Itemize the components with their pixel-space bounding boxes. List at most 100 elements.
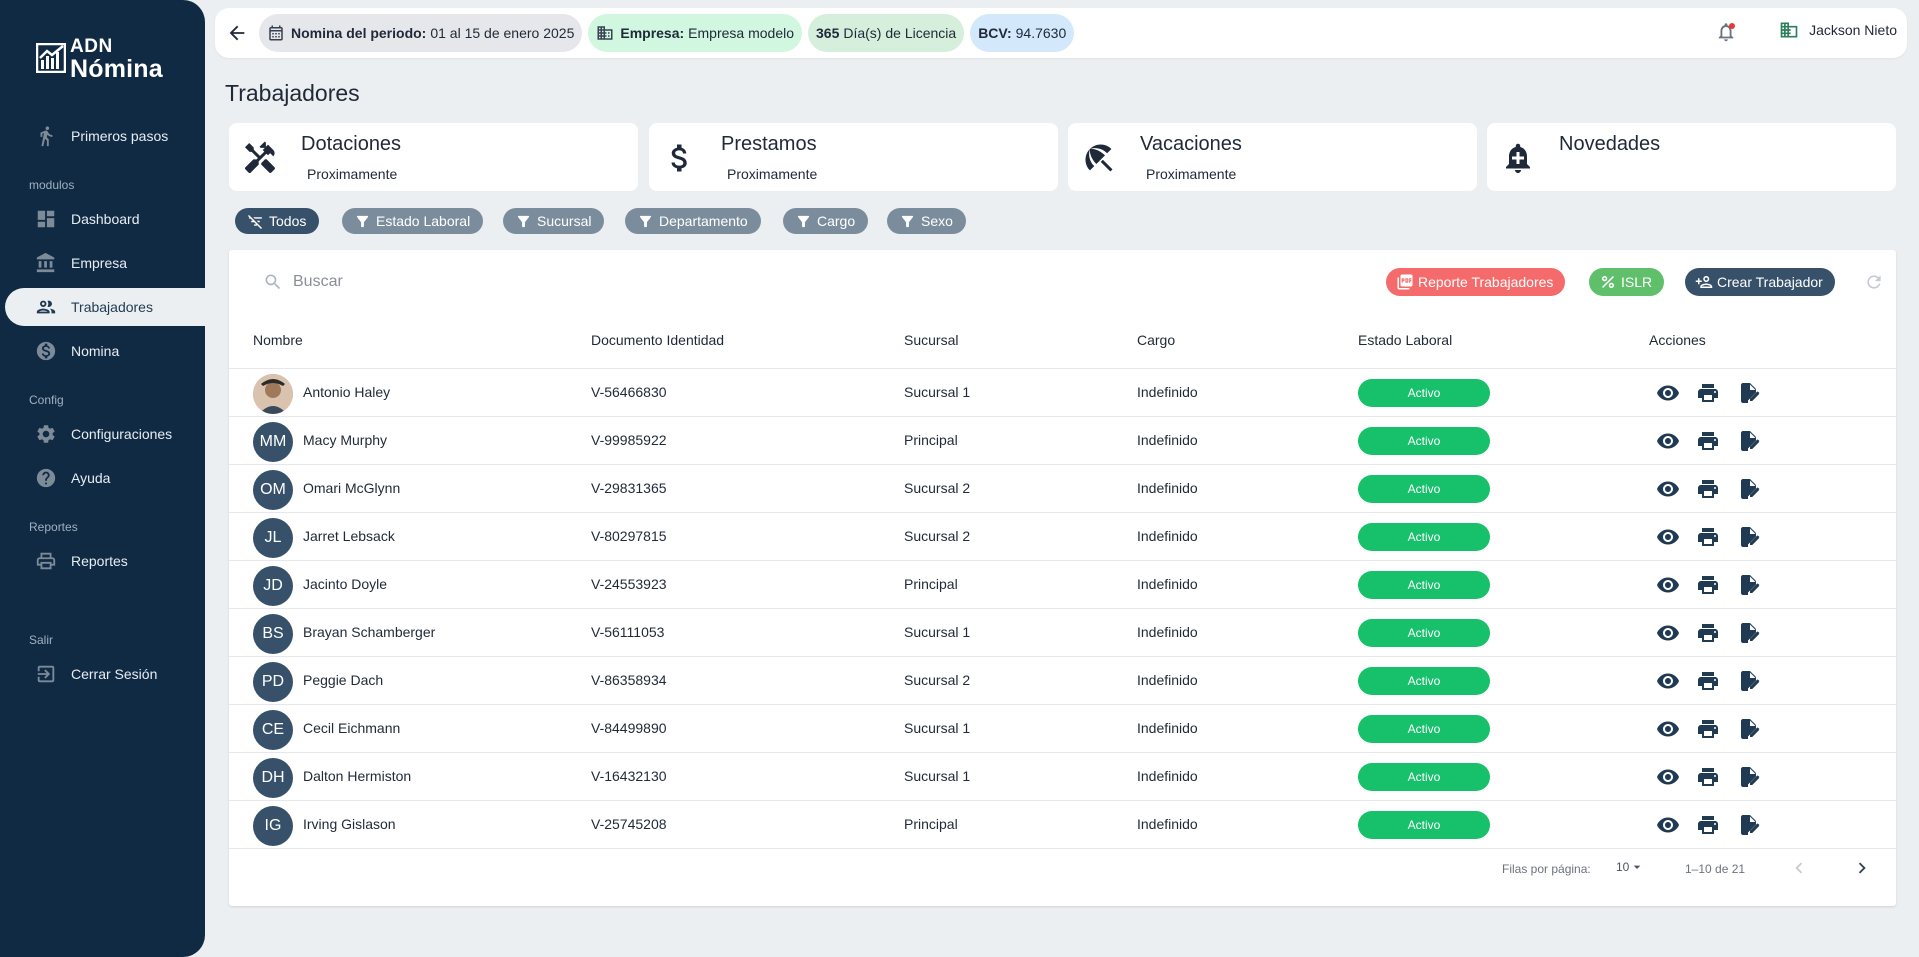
print-button[interactable] [1696, 717, 1720, 741]
print-button[interactable] [1696, 813, 1720, 837]
table-row[interactable]: Antonio Haley V-56466830 Sucursal 1 Indefin… [229, 368, 1896, 416]
status-badge: Activo [1358, 427, 1490, 455]
edit-button[interactable] [1737, 381, 1761, 405]
worker-cargo: Indefinido [1137, 816, 1198, 832]
table-row[interactable]: OM Omari McGlynn V-29831365 Sucursal 2 Indef… [229, 464, 1896, 512]
view-button[interactable] [1656, 573, 1680, 597]
sidebar-item-dashboard[interactable]: Dashboard [5, 200, 205, 238]
filter-sucursal[interactable]: Sucursal [503, 208, 605, 234]
edit-button[interactable] [1737, 669, 1761, 693]
card-subtitle: Proximamente [307, 166, 398, 182]
eye-icon [1657, 673, 1679, 689]
view-button[interactable] [1656, 429, 1680, 453]
avatar: CE [253, 710, 293, 750]
col-header-sucursal[interactable]: Sucursal [904, 332, 958, 348]
table-row[interactable]: CE Cecil Eichmann V-84499890 Sucursal 1 Inde… [229, 704, 1896, 752]
sidebar-item-trabajadores[interactable]: Trabajadores [5, 288, 205, 326]
col-header-nombre[interactable]: Nombre [253, 332, 303, 348]
print-button[interactable] [1696, 573, 1720, 597]
next-page-button[interactable] [1851, 857, 1873, 879]
prev-page-button[interactable] [1788, 857, 1810, 879]
worker-cargo: Indefinido [1137, 768, 1198, 784]
refresh-button[interactable] [1864, 272, 1884, 292]
dollar-icon [671, 144, 687, 172]
filter-sexo[interactable]: Sexo [887, 208, 966, 234]
notifications-button[interactable] [1715, 21, 1739, 45]
print-button[interactable] [1696, 765, 1720, 789]
back-button[interactable] [225, 21, 249, 45]
edit-button[interactable] [1737, 717, 1761, 741]
edit-button[interactable] [1737, 477, 1761, 501]
edit-button[interactable] [1737, 621, 1761, 645]
period-chip[interactable]: Nomina del periodo: 01 al 15 de enero 20… [259, 14, 583, 52]
view-button[interactable] [1656, 765, 1680, 789]
card-novedades[interactable]: Novedades [1487, 123, 1896, 191]
edit-button[interactable] [1737, 525, 1761, 549]
print-button[interactable] [1696, 429, 1720, 453]
edit-document-icon [1741, 671, 1760, 691]
notification-dot [1729, 23, 1735, 29]
worker-name: Jacinto Doyle [303, 576, 388, 592]
worker-cargo: Indefinido [1137, 432, 1198, 448]
sidebar-item-nomina[interactable]: Nomina [5, 332, 205, 370]
worker-cargo: Indefinido [1137, 720, 1198, 736]
edit-button[interactable] [1737, 429, 1761, 453]
view-button[interactable] [1656, 525, 1680, 549]
edit-button[interactable] [1737, 765, 1761, 789]
search-field[interactable]: Buscar [263, 272, 343, 292]
app-logo[interactable]: ADN Nómina [36, 36, 163, 82]
avatar: IG [253, 806, 293, 846]
print-button[interactable] [1696, 477, 1720, 501]
worker-document: V-29831365 [591, 480, 667, 496]
print-button[interactable] [1696, 381, 1720, 405]
card-dotaciones[interactable]: Dotaciones Proximamente [229, 123, 638, 191]
table-row[interactable]: DH Dalton Hermiston V-16432130 Sucursal 1 In… [229, 752, 1896, 800]
edit-button[interactable] [1737, 813, 1761, 837]
rows-per-page-select[interactable]: 10 [1616, 859, 1645, 875]
table-row[interactable]: JD Jacinto Doyle V-24553923 Principal Indefi… [229, 560, 1896, 608]
sidebar-item-cerrar-sesion[interactable]: Cerrar Sesión [5, 655, 205, 693]
view-button[interactable] [1656, 669, 1680, 693]
edit-button[interactable] [1737, 573, 1761, 597]
sidebar-item-ayuda[interactable]: Ayuda [5, 459, 205, 497]
view-button[interactable] [1656, 477, 1680, 501]
view-button[interactable] [1656, 621, 1680, 645]
filter-departamento[interactable]: Departamento [625, 208, 761, 234]
print-button[interactable] [1696, 525, 1720, 549]
view-button[interactable] [1656, 813, 1680, 837]
col-header-documento[interactable]: Documento Identidad [591, 332, 724, 348]
islr-button[interactable]: ISLR [1589, 268, 1665, 296]
filter-label: Cargo [817, 213, 856, 229]
worker-document: V-16432130 [591, 768, 667, 784]
report-workers-button[interactable]: Reporte Trabajadores [1386, 268, 1566, 296]
sidebar-item-reportes[interactable]: Reportes [5, 542, 205, 580]
create-worker-button[interactable]: Crear Trabajador [1685, 268, 1835, 296]
license-label: Día(s) de Licencia [843, 25, 957, 41]
sidebar-item-primeros-pasos[interactable]: Primeros pasos [5, 117, 205, 155]
sidebar-item-empresa[interactable]: Empresa [5, 244, 205, 282]
bcv-chip[interactable]: BCV: 94.7630 [970, 14, 1075, 52]
print-button[interactable] [1696, 669, 1720, 693]
filter-cargo[interactable]: Cargo [783, 208, 869, 234]
filter-todos[interactable]: Todos [235, 208, 320, 234]
sidebar-item-configuraciones[interactable]: Configuraciones [5, 415, 205, 453]
table-row[interactable]: JL Jarret Lebsack V-80297815 Sucursal 2 Inde… [229, 512, 1896, 560]
edit-document-icon [1741, 719, 1760, 739]
col-header-estado[interactable]: Estado Laboral [1358, 332, 1452, 348]
table-row[interactable]: MM Macy Murphy V-99985922 Principal Indefini… [229, 416, 1896, 464]
license-chip[interactable]: 365 Día(s) de Licencia [808, 14, 965, 52]
company-chip[interactable]: Empresa: Empresa modelo [588, 14, 802, 52]
col-header-cargo[interactable]: Cargo [1137, 332, 1175, 348]
print-button[interactable] [1696, 621, 1720, 645]
money-icon [36, 341, 56, 361]
card-prestamos[interactable]: Prestamos Proximamente [649, 123, 1058, 191]
view-button[interactable] [1656, 381, 1680, 405]
table-row[interactable]: BS Brayan Schamberger V-56111053 Sucursal 1… [229, 608, 1896, 656]
card-vacaciones[interactable]: Vacaciones Proximamente [1068, 123, 1477, 191]
user-menu[interactable]: Jackson Nieto [1779, 20, 1897, 40]
table-row[interactable]: IG Irving Gislason V-25745208 Principal Inde… [229, 800, 1896, 848]
view-button[interactable] [1656, 717, 1680, 741]
filter-estado-laboral[interactable]: Estado Laboral [342, 208, 484, 234]
worker-cargo: Indefinido [1137, 480, 1198, 496]
table-row[interactable]: PD Peggie Dach V-86358934 Sucursal 2 Indefin… [229, 656, 1896, 704]
